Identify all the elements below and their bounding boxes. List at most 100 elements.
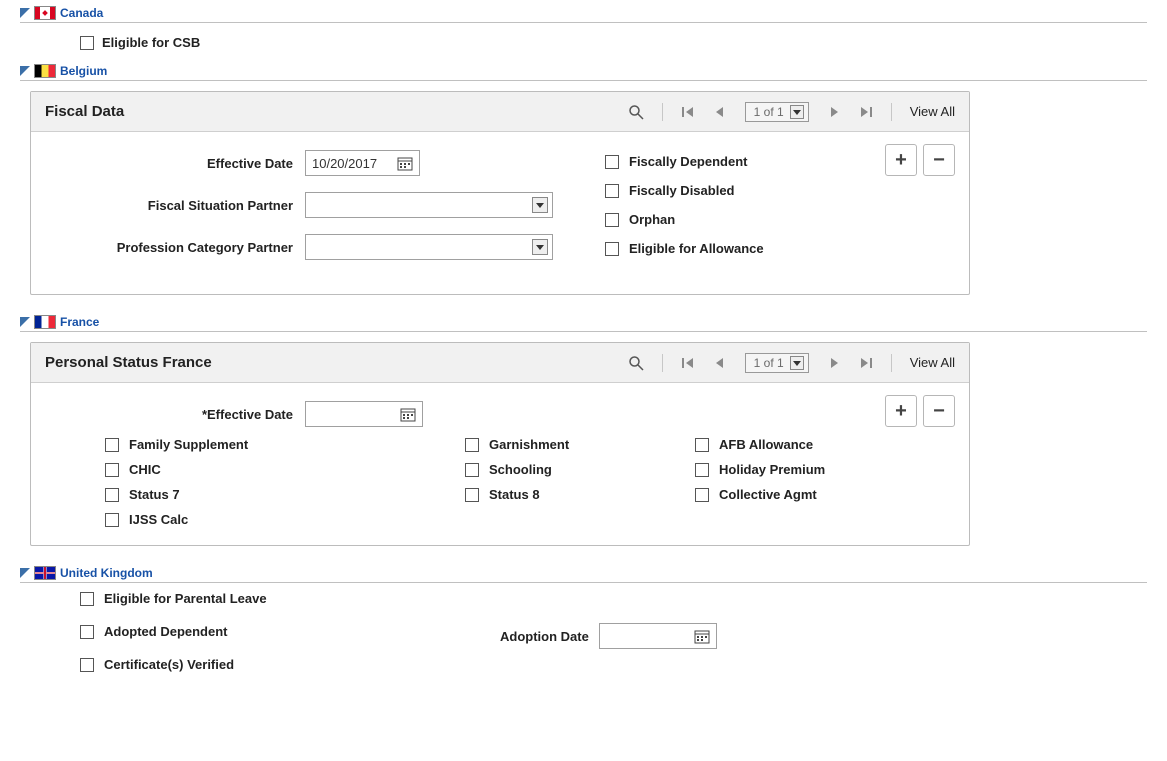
eligible-parental-leave-checkbox[interactable] xyxy=(80,592,94,606)
eligible-csb-label: Eligible for CSB xyxy=(102,35,200,50)
prev-page-icon[interactable] xyxy=(713,105,727,119)
collective-agmt-checkbox[interactable] xyxy=(695,488,709,502)
panel-body: + − Effective Date 10/20/2017 Fiscal Sit… xyxy=(31,132,969,294)
ijss-calc-label: IJSS Calc xyxy=(129,512,188,527)
search-icon[interactable] xyxy=(628,104,644,120)
next-page-icon[interactable] xyxy=(827,356,841,370)
collective-agmt-label: Collective Agmt xyxy=(719,487,817,502)
orphan-label: Orphan xyxy=(629,212,675,227)
flag-france-icon xyxy=(34,315,56,329)
status7-label: Status 7 xyxy=(129,487,180,502)
panel-title: Personal Status France xyxy=(45,354,212,371)
family-supplement-checkbox[interactable] xyxy=(105,438,119,452)
eligible-allowance-checkbox[interactable] xyxy=(605,242,619,256)
certificates-verified-checkbox[interactable] xyxy=(80,658,94,672)
fiscally-dependent-checkbox[interactable] xyxy=(605,155,619,169)
calendar-icon[interactable] xyxy=(694,628,710,644)
separator xyxy=(891,354,892,372)
section-header-uk[interactable]: United Kingdom xyxy=(20,564,1147,583)
profession-category-partner-label: Profession Category Partner xyxy=(45,240,305,255)
section-title: France xyxy=(60,315,99,329)
collapse-icon xyxy=(20,317,30,327)
garnishment-label: Garnishment xyxy=(489,437,569,452)
view-all-link[interactable]: View All xyxy=(910,355,955,370)
pager-select[interactable]: 1 of 1 xyxy=(745,353,809,373)
status7-checkbox[interactable] xyxy=(105,488,119,502)
status8-label: Status 8 xyxy=(489,487,540,502)
status8-checkbox[interactable] xyxy=(465,488,479,502)
search-icon[interactable] xyxy=(628,355,644,371)
adoption-date-input[interactable] xyxy=(599,623,717,649)
panel-header: Personal Status France 1 of 1 xyxy=(31,343,969,383)
uk-content: Eligible for Parental Leave Adopted Depe… xyxy=(20,591,1147,672)
adopted-dependent-label: Adopted Dependent xyxy=(104,624,228,639)
panel-body: + − *Effective Date Family Supplement xyxy=(31,383,969,545)
personal-status-france-panel: Personal Status France 1 of 1 xyxy=(30,342,970,546)
adoption-date-label: Adoption Date xyxy=(500,629,589,644)
canada-row-eligible-csb: Eligible for CSB xyxy=(20,31,1147,62)
add-row-button[interactable]: + xyxy=(885,395,917,427)
section-header-france[interactable]: France xyxy=(20,313,1147,332)
next-page-icon[interactable] xyxy=(827,105,841,119)
first-page-icon[interactable] xyxy=(681,105,695,119)
garnishment-checkbox[interactable] xyxy=(465,438,479,452)
pager-select[interactable]: 1 of 1 xyxy=(745,102,809,122)
panel-title: Fiscal Data xyxy=(45,103,124,120)
eligible-parental-leave-label: Eligible for Parental Leave xyxy=(104,591,267,606)
adopted-dependent-checkbox[interactable] xyxy=(80,625,94,639)
holiday-premium-checkbox[interactable] xyxy=(695,463,709,477)
section-title: Belgium xyxy=(60,64,107,78)
chic-label: CHIC xyxy=(129,462,161,477)
profession-category-partner-select[interactable] xyxy=(305,234,553,260)
afb-allowance-label: AFB Allowance xyxy=(719,437,813,452)
effective-date-input[interactable]: 10/20/2017 xyxy=(305,150,420,176)
chevron-down-icon xyxy=(532,197,548,213)
schooling-label: Schooling xyxy=(489,462,552,477)
chevron-down-icon xyxy=(790,105,804,119)
view-all-link[interactable]: View All xyxy=(910,104,955,119)
separator xyxy=(662,354,663,372)
panel-controls: 1 of 1 View All xyxy=(628,102,955,122)
separator xyxy=(662,103,663,121)
fiscally-disabled-label: Fiscally Disabled xyxy=(629,183,735,198)
fiscal-data-panel: Fiscal Data 1 of 1 View xyxy=(30,91,970,295)
orphan-checkbox[interactable] xyxy=(605,213,619,227)
effective-date-value: 10/20/2017 xyxy=(312,156,377,171)
collapse-icon xyxy=(20,66,30,76)
last-page-icon[interactable] xyxy=(859,105,873,119)
afb-allowance-checkbox[interactable] xyxy=(695,438,709,452)
eligible-csb-checkbox[interactable] xyxy=(80,36,94,50)
chevron-down-icon xyxy=(532,239,548,255)
add-row-button[interactable]: + xyxy=(885,144,917,176)
section-title: Canada xyxy=(60,6,103,20)
first-page-icon[interactable] xyxy=(681,356,695,370)
ijss-calc-checkbox[interactable] xyxy=(105,513,119,527)
fiscal-situation-partner-label: Fiscal Situation Partner xyxy=(45,198,305,213)
schooling-checkbox[interactable] xyxy=(465,463,479,477)
section-header-canada[interactable]: Canada xyxy=(20,4,1147,23)
eligible-allowance-label: Eligible for Allowance xyxy=(629,241,764,256)
family-supplement-label: Family Supplement xyxy=(129,437,248,452)
prev-page-icon[interactable] xyxy=(713,356,727,370)
flag-canada-icon xyxy=(34,6,56,20)
calendar-icon[interactable] xyxy=(400,406,416,422)
fiscally-dependent-label: Fiscally Dependent xyxy=(629,154,747,169)
certificates-verified-label: Certificate(s) Verified xyxy=(104,657,234,672)
last-page-icon[interactable] xyxy=(859,356,873,370)
section-title: United Kingdom xyxy=(60,566,153,580)
fiscal-situation-partner-select[interactable] xyxy=(305,192,553,218)
collapse-icon xyxy=(20,568,30,578)
remove-row-button[interactable]: − xyxy=(923,395,955,427)
france-effective-date-label: *Effective Date xyxy=(45,407,305,422)
chic-checkbox[interactable] xyxy=(105,463,119,477)
remove-row-button[interactable]: − xyxy=(923,144,955,176)
panel-controls: 1 of 1 View All xyxy=(628,353,955,373)
france-effective-date-input[interactable] xyxy=(305,401,423,427)
fiscally-disabled-checkbox[interactable] xyxy=(605,184,619,198)
section-header-belgium[interactable]: Belgium xyxy=(20,62,1147,81)
calendar-icon[interactable] xyxy=(397,155,413,171)
pager-text: 1 of 1 xyxy=(754,105,784,119)
collapse-icon xyxy=(20,8,30,18)
separator xyxy=(891,103,892,121)
chevron-down-icon xyxy=(790,356,804,370)
